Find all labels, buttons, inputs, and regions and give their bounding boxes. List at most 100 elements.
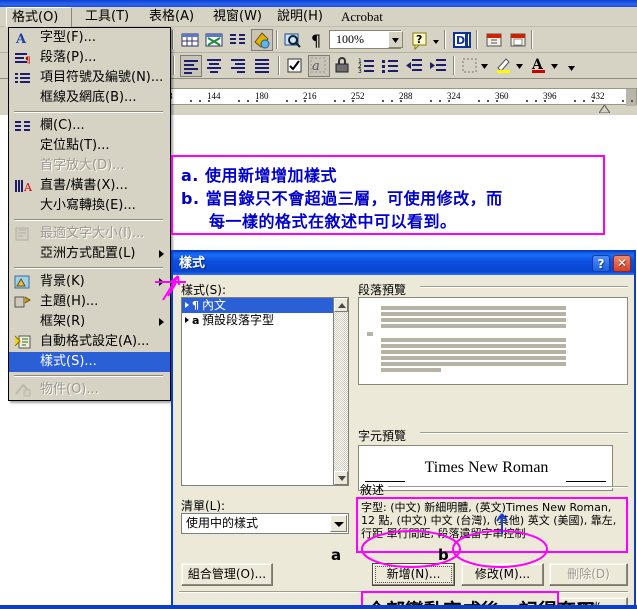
scroll-down-button[interactable] <box>334 471 348 485</box>
pdf-distiller-icon[interactable]: D <box>451 29 473 51</box>
description-text: 字型: (中文) 新細明體, (英文)Times New Roman, 12 點… <box>361 501 617 540</box>
list-item[interactable]: a 預設段落字型 <box>182 313 348 328</box>
horizontal-ruler[interactable]: 108144180216252288324360396432 <box>140 88 637 114</box>
increase-indent-icon[interactable] <box>428 55 450 77</box>
menu-item-16[interactable]: 框架(R) <box>9 312 170 332</box>
ruler-tick-label: 396 <box>543 91 557 101</box>
insert-excel-sheet-icon[interactable] <box>203 29 225 51</box>
menu-item-0[interactable]: A 字型(F)... <box>9 28 170 48</box>
align-right-icon[interactable] <box>228 55 250 77</box>
pdf-comment-icon[interactable] <box>507 29 529 51</box>
zoom-dropdown-arrow[interactable] <box>388 31 403 48</box>
organizer-button[interactable]: 組合管理(O)... <box>181 563 273 586</box>
ruler-tick-label: 180 <box>255 91 269 101</box>
modify-button[interactable]: 修改(M)... <box>461 563 544 586</box>
bulleted-list-icon[interactable] <box>380 55 402 77</box>
window-title-strip <box>0 0 637 7</box>
menu-item-2[interactable]: 項目符號及編號(N)... <box>9 68 170 88</box>
menu-item-label: 最適文字大小(I)... <box>40 226 145 241</box>
toolbar-separator <box>278 56 280 75</box>
font-color-icon[interactable]: A <box>529 55 551 77</box>
list-filter-combobox[interactable]: 使用中的樣式 <box>181 513 349 534</box>
svg-text:3: 3 <box>358 68 362 75</box>
decrease-indent-icon[interactable] <box>404 55 426 77</box>
align-left-icon[interactable] <box>180 55 202 77</box>
styles-listbox[interactable]: ¶ 內文 a 預設段落字型 <box>181 297 348 486</box>
scroll-up-button[interactable] <box>334 298 348 312</box>
menu-format[interactable]: 格式(O) <box>6 7 72 28</box>
menu-window[interactable]: 視窗(W) <box>208 8 267 26</box>
menu-item-12[interactable]: 亞洲方式配置(L) <box>9 244 170 264</box>
styles-list-scrollbar[interactable] <box>333 297 349 486</box>
justify-icon[interactable] <box>252 55 274 77</box>
menu-separator <box>14 375 163 377</box>
menu-table[interactable]: 表格(A) <box>144 8 199 26</box>
menu-acrobat[interactable]: Acrobat <box>336 8 388 26</box>
font-A-icon: A <box>14 30 32 47</box>
menu-item-6[interactable]: 定位點(T)... <box>9 136 170 156</box>
ruler-tick-label: 252 <box>351 91 365 101</box>
checkbox-icon[interactable] <box>284 55 306 77</box>
char-preview-label: 字元預覽 <box>358 429 407 443</box>
highlight-char-icon[interactable]: a <box>308 55 330 77</box>
menu-item-label: 框架(R) <box>40 314 86 329</box>
svg-text:¶: ¶ <box>311 31 321 50</box>
background-icon <box>14 274 32 290</box>
style-type-mark: ¶ <box>192 299 199 312</box>
show-formatting-marks-icon[interactable]: ¶ <box>306 29 328 51</box>
help-button[interactable]: ? <box>592 255 610 272</box>
menu-item-label: 段落(P)... <box>40 50 97 65</box>
menu-help[interactable]: 說明(H) <box>272 8 328 26</box>
chevron-right-icon <box>159 250 164 258</box>
menu-item-18[interactable]: 樣式(S)... <box>9 352 170 372</box>
menu-item-9[interactable]: 大小寫轉換(E)... <box>9 196 170 216</box>
delete-button[interactable]: 刪除(D) <box>549 563 628 586</box>
new-button[interactable]: 新增(N)... <box>372 563 455 586</box>
ruler-tick <box>343 100 345 102</box>
ruler-tick <box>574 100 576 102</box>
ruler-tick-label: 144 <box>207 91 221 101</box>
insert-table-icon[interactable] <box>179 29 201 51</box>
drawing-icon[interactable] <box>251 29 273 51</box>
menu-item-5[interactable]: 欄(C)... <box>9 116 170 136</box>
lock-icon[interactable] <box>332 55 354 77</box>
preview-text-line <box>381 350 566 354</box>
char-preview-text: Times New Roman <box>424 459 549 476</box>
preview-text-line <box>381 368 441 372</box>
align-center-icon[interactable] <box>204 55 226 77</box>
ruler-tick <box>247 100 249 102</box>
menu-item-8[interactable]: A 直書/橫書(X)... <box>9 176 170 196</box>
close-icon[interactable]: ✕ <box>613 255 631 272</box>
organizer-button-label: 組合管理(O)... <box>187 567 267 581</box>
toolbar-separator <box>453 56 455 75</box>
pdf-convert-icon[interactable] <box>483 29 505 51</box>
menu-item-label: 樣式(S)... <box>40 354 97 369</box>
chevron-down-icon[interactable] <box>330 515 347 532</box>
ruler-tick <box>238 100 240 102</box>
highlight-color-icon[interactable] <box>494 55 516 77</box>
toolbar-separator <box>276 30 278 49</box>
menu-tools[interactable]: 工具(T) <box>80 8 134 26</box>
toolbar-overflow-icon[interactable] <box>566 55 588 77</box>
format-dropdown-menu: A 字型(F)... ¶ 段落(P)... 項目符號及編號(N)... 框線及網底(B).… <box>8 27 171 401</box>
menu-item-17[interactable]: 自動格式設定(A)... <box>9 332 170 352</box>
help-icon[interactable]: ? <box>409 29 431 51</box>
preview-text-line <box>367 332 373 336</box>
menu-item-14[interactable]: 背景(K) <box>9 272 170 292</box>
styles-list-items: ¶ 內文 a 預設段落字型 <box>182 298 348 485</box>
dialog-titlebar[interactable]: 樣式 ? ✕ <box>173 252 634 275</box>
show-zoom-icon[interactable] <box>282 29 304 51</box>
menu-item-1[interactable]: ¶ 段落(P)... <box>9 48 170 68</box>
numbered-list-icon[interactable]: 123 <box>356 55 378 77</box>
ruler-tick <box>391 100 393 102</box>
menu-item-3[interactable]: 框線及網底(B)... <box>9 88 170 108</box>
list-item[interactable]: ¶ 內文 <box>182 298 348 313</box>
columns-icon[interactable] <box>227 29 249 51</box>
toolbar-overflow-icon[interactable] <box>430 29 452 51</box>
menu-item-15[interactable]: 主題(H)... <box>9 292 170 312</box>
borders-icon[interactable] <box>459 55 481 77</box>
preview-text-line <box>381 312 566 316</box>
toolbar-separator <box>444 30 446 49</box>
ruler-tick <box>478 100 480 102</box>
styles-list-label: 樣式(S): <box>181 283 227 297</box>
